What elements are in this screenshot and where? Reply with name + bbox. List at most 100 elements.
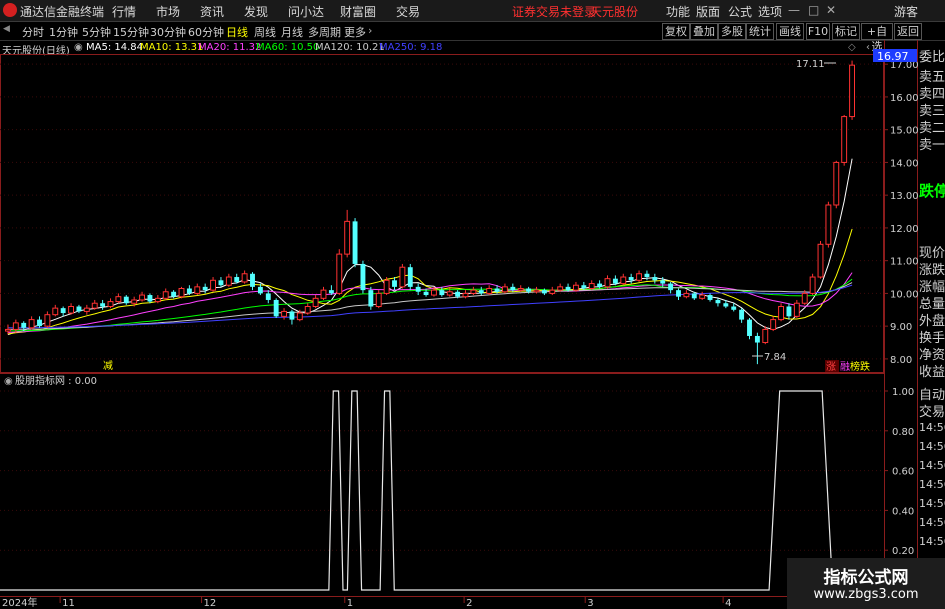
candle-body — [100, 303, 106, 307]
sub-y-tick-label: 0.80 — [892, 427, 914, 438]
candle-body — [517, 287, 524, 291]
candle-body — [636, 273, 643, 281]
candle-body — [723, 303, 729, 307]
candle-body — [202, 286, 208, 291]
candle-body — [470, 289, 477, 294]
candle-body — [628, 277, 634, 281]
candle-body — [809, 276, 816, 294]
candle-body — [225, 276, 232, 286]
high-price-label: 17.11 — [796, 59, 825, 70]
main-y-tick-label: 16.00 — [890, 93, 919, 104]
candle-body — [612, 278, 618, 284]
candle-body — [210, 279, 217, 291]
candle-body — [707, 295, 713, 300]
trade-time: 14:56 — [919, 497, 945, 510]
candle-body — [154, 297, 161, 303]
candle-body — [76, 306, 82, 312]
candle-body — [557, 286, 564, 291]
watermark-url: www.zbgs3.com — [813, 587, 919, 602]
candle-body — [312, 297, 319, 308]
candle-body — [786, 306, 792, 317]
candle-body — [526, 288, 532, 292]
candle-body — [604, 278, 611, 288]
x-month-label: 11 — [62, 598, 75, 609]
candle-body — [44, 314, 51, 327]
x-month-label: 1 — [347, 598, 353, 609]
trade-label[interactable]: 交易 — [919, 401, 945, 420]
candle-body — [778, 306, 785, 321]
candle-body — [415, 286, 421, 292]
limit-down-status: 跌停 — [919, 182, 945, 200]
candle-body — [739, 309, 745, 320]
candle-body — [265, 293, 271, 300]
candle-body — [565, 286, 571, 291]
candle-body — [336, 253, 343, 294]
tag-bangdie: 榜跌 — [850, 360, 870, 373]
sub-y-tick-label: 0.60 — [892, 467, 914, 478]
candle-body — [668, 283, 674, 291]
candle-body — [620, 276, 627, 285]
candle-body — [446, 291, 453, 296]
candle-body — [139, 294, 146, 301]
sub-indicator-line — [0, 390, 884, 591]
candle-body — [344, 220, 351, 255]
candle-body — [572, 284, 579, 291]
kline-chart[interactable]: 8.009.0010.0011.0012.0013.0014.0015.0016… — [0, 0, 945, 609]
candle-body — [304, 306, 311, 314]
low-price-label: 7.84 — [764, 352, 786, 363]
x-month-label: 4 — [725, 598, 731, 609]
candle-body — [115, 296, 122, 303]
main-y-tick-label: 11.00 — [890, 257, 919, 268]
sub-toggle-icon: ◉ — [4, 376, 13, 387]
trade-time: 14:56 — [919, 516, 945, 529]
candle-body — [147, 295, 153, 302]
trade-time: 14:56 — [919, 535, 945, 548]
candle-body — [770, 319, 777, 330]
sub-y-tick-label: 1.00 — [892, 387, 914, 398]
x-month-label: 12 — [204, 598, 217, 609]
candle-body — [241, 273, 248, 283]
candle-body — [833, 161, 840, 206]
current-price-value: 16.97 — [877, 50, 909, 63]
candle-body — [194, 286, 201, 294]
candle-body — [817, 243, 824, 278]
candle-body — [131, 299, 138, 304]
candle-body — [849, 64, 856, 118]
sub-y-tick-label: 0.40 — [892, 506, 914, 517]
candle-body — [83, 307, 90, 312]
candle-body — [762, 328, 769, 344]
main-y-tick-label: 8.00 — [890, 355, 912, 366]
trade-time: 14:56 — [919, 421, 945, 434]
sub-y-tick-label: 0.20 — [892, 546, 914, 557]
candle-body — [320, 289, 327, 299]
candle-body — [171, 291, 177, 297]
candle-body — [289, 311, 295, 320]
candle-body — [541, 290, 547, 294]
candle-body — [478, 290, 484, 294]
candle-body — [533, 289, 540, 293]
jian-marker: 减 — [103, 360, 113, 372]
candle-body — [107, 301, 114, 308]
candle-body — [715, 299, 721, 304]
candle-body — [439, 290, 445, 296]
candle-body — [660, 280, 666, 284]
candle-body — [281, 310, 288, 317]
candle-body — [91, 302, 98, 309]
candle-body — [52, 307, 59, 316]
candle-body — [399, 266, 406, 288]
candle-body — [68, 306, 75, 314]
x-month-label: 3 — [587, 598, 593, 609]
main-y-tick-label: 14.00 — [890, 158, 919, 169]
candle-body — [162, 291, 169, 299]
candle-body — [423, 291, 429, 296]
main-y-tick-label: 10.00 — [890, 289, 919, 300]
candle-body — [186, 288, 192, 294]
candle-body — [60, 308, 66, 314]
candle-body — [360, 263, 366, 291]
candle-body — [12, 322, 19, 330]
candle-body — [218, 280, 224, 286]
candle-body — [234, 277, 240, 282]
tag-zhang: 涨 — [826, 361, 836, 373]
candle-body — [825, 204, 832, 245]
candle-body — [510, 286, 516, 291]
